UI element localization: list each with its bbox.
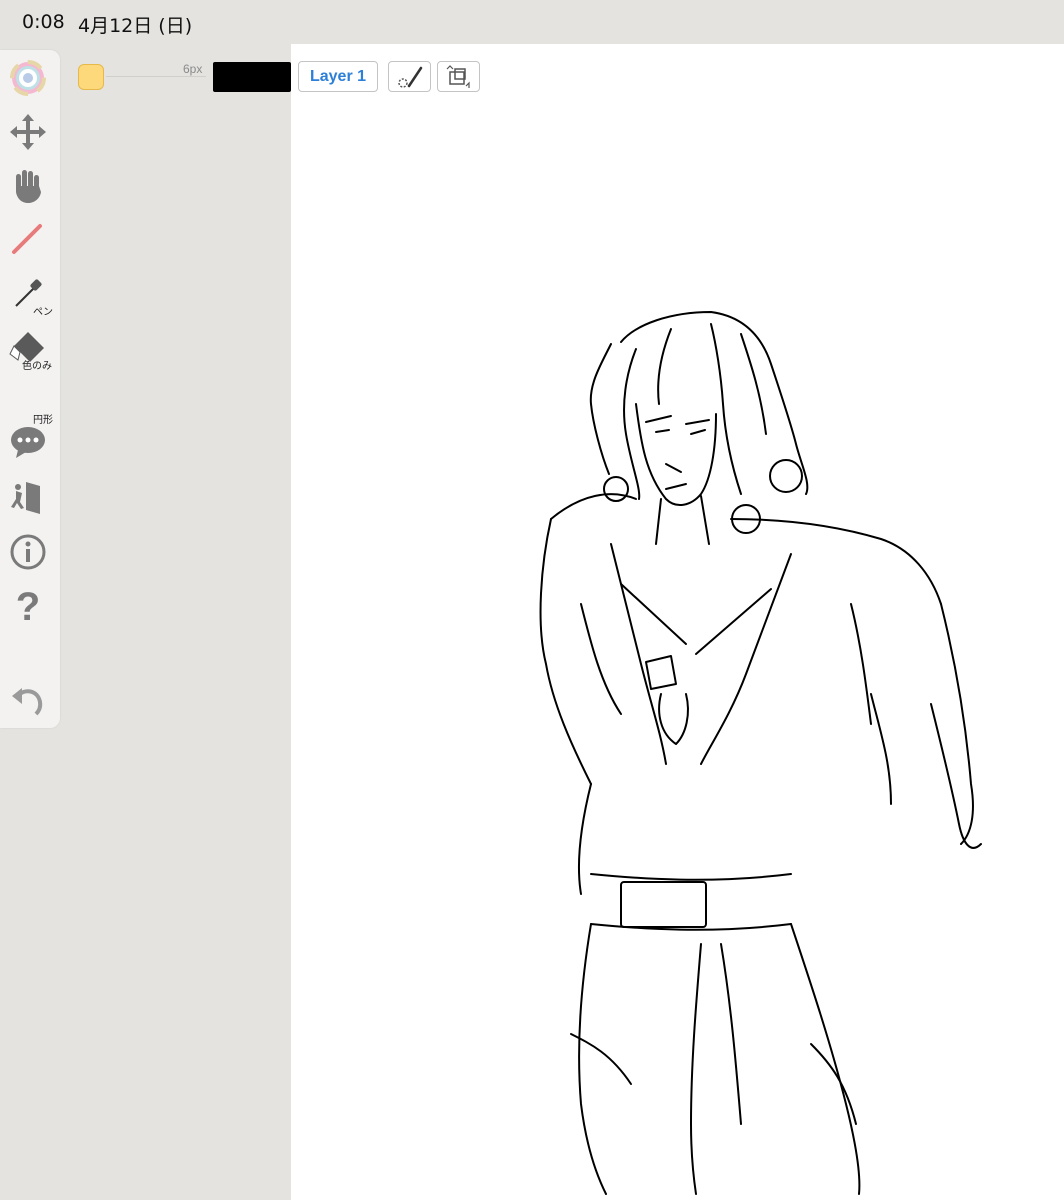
transform-button[interactable]: [437, 61, 480, 92]
status-date: 4月12日 (日): [78, 15, 193, 37]
layer-button[interactable]: Layer 1: [298, 61, 378, 92]
current-color-box[interactable]: [213, 62, 291, 92]
move-arrows-icon[interactable]: [8, 112, 48, 152]
transform-icon: [446, 65, 470, 88]
tool-sidebar: ペン 色のみ 円形 ?: [0, 50, 60, 728]
eraser-icon[interactable]: [8, 328, 48, 368]
color-wheel-icon[interactable]: [8, 60, 48, 100]
drawing-canvas[interactable]: [291, 44, 1064, 1200]
exit-door-icon[interactable]: [8, 478, 48, 518]
brush-size-slider[interactable]: [106, 76, 206, 77]
sketch-drawing: [539, 311, 982, 1195]
brush-settings-button[interactable]: [388, 61, 431, 92]
info-icon[interactable]: [8, 532, 48, 572]
chat-bubble-icon[interactable]: [8, 422, 48, 462]
undo-icon[interactable]: [8, 680, 48, 720]
brush-size-label: 6px: [183, 62, 203, 76]
svg-text:?: ?: [16, 586, 40, 626]
status-time: 0:08: [22, 11, 65, 33]
hand-icon[interactable]: [8, 166, 48, 206]
brush-settings-icon: [398, 66, 423, 88]
question-icon[interactable]: ?: [8, 586, 48, 626]
status-bar: 0:08 4月12日 (日): [0, 0, 1064, 44]
eyedropper-icon[interactable]: [8, 274, 48, 314]
pen-icon[interactable]: [8, 220, 48, 260]
color-swatch[interactable]: [78, 64, 104, 90]
